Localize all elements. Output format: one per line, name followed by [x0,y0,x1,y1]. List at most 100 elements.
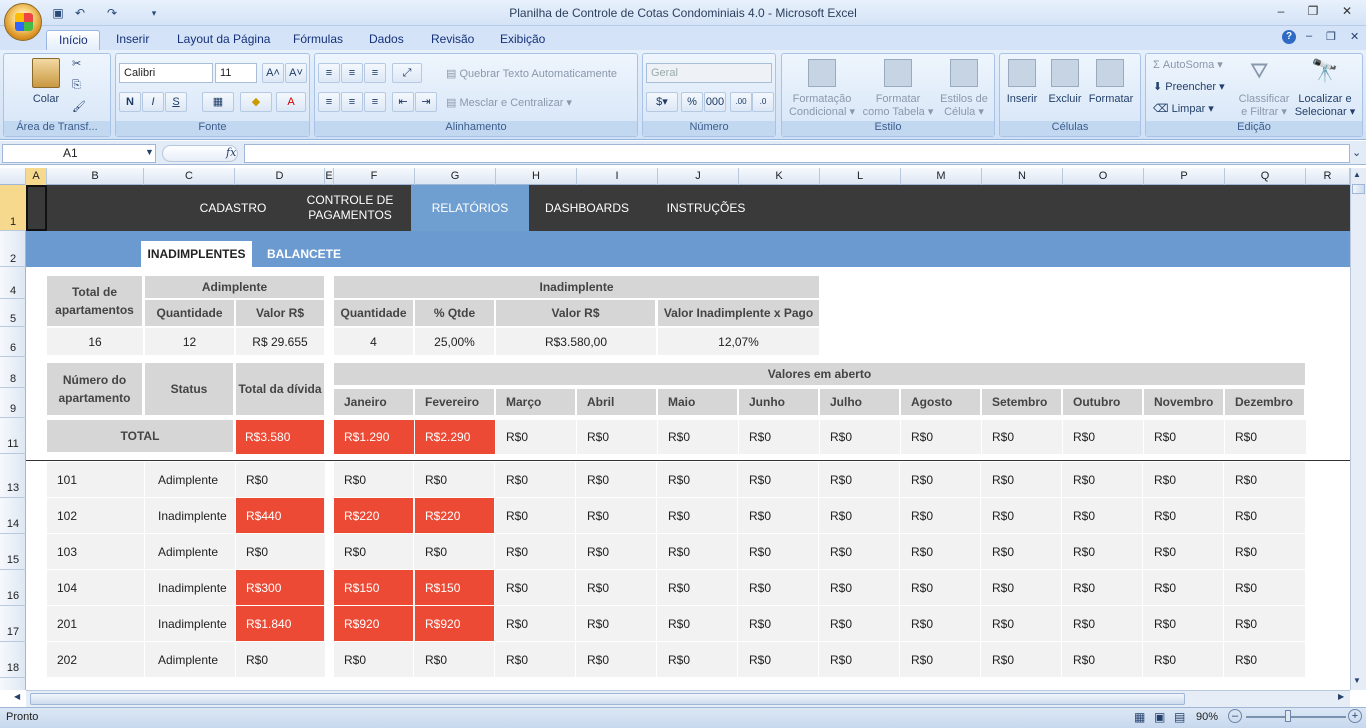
month-cell[interactable]: R$0 [1063,570,1143,605]
tab-formulas[interactable]: Fórmulas [281,30,355,50]
conditional-format-button[interactable]: Formatação Condicional ▾ [785,93,859,119]
inad-qtd-value[interactable]: 4 [334,328,413,355]
nav-cadastro[interactable]: CADASTRO [190,185,276,231]
cell-styles-button[interactable]: Estilos de Célula ▾ [936,93,992,119]
grow-font-icon[interactable]: A˄ [262,63,284,83]
help-icon[interactable]: ? [1282,30,1296,44]
nav-instrucoes[interactable]: INSTRUÇÕES [660,185,752,231]
month-cell[interactable]: R$0 [1144,570,1224,605]
total-month-cell[interactable]: R$2.290 [415,420,495,454]
selected-cell-a1[interactable] [26,185,47,231]
month-cell[interactable]: R$0 [820,570,900,605]
total-debt-cell[interactable]: R$0 [235,642,324,677]
total-month-cell[interactable]: R$0 [739,420,819,454]
total-debt-cell[interactable]: R$0 [235,462,324,497]
row-header[interactable]: 18 [0,642,26,678]
zoom-out-icon[interactable]: – [1228,709,1242,723]
currency-icon[interactable]: $▾ [646,92,678,112]
tab-inserir[interactable]: Inserir [104,30,161,50]
formula-input[interactable] [244,144,1350,163]
total-month-cell[interactable]: R$1.290 [334,420,414,454]
month-cell[interactable]: R$0 [1144,498,1224,533]
month-cell[interactable]: R$0 [739,570,819,605]
scroll-up-icon[interactable]: ▲ [1353,170,1361,179]
month-cell[interactable]: R$0 [496,462,576,497]
month-cell[interactable]: R$0 [1225,642,1306,677]
total-debt-cell[interactable]: R$1.840 [235,606,324,641]
status-cell[interactable]: Inadimplente [144,606,235,642]
month-cell[interactable]: R$0 [415,534,495,569]
format-cells-button[interactable]: Formatar [1086,93,1136,106]
month-cell[interactable]: R$0 [1225,462,1306,497]
col-header-a[interactable]: A [26,168,47,185]
orientation-icon[interactable]: ⤢ [392,63,422,83]
align-bottom-icon[interactable]: ≡ [364,63,386,83]
sort-filter-icon[interactable]: ⛛ [1250,58,1268,84]
page-break-view-icon[interactable]: ▤ [1174,710,1185,724]
month-cell[interactable]: R$0 [1144,534,1224,569]
name-box[interactable]: A1 [2,144,156,163]
tab-dados[interactable]: Dados [357,30,416,50]
month-cell[interactable]: R$0 [658,606,738,641]
total-month-cell[interactable]: R$0 [901,420,981,454]
col-header-p[interactable]: P [1144,168,1225,185]
month-cell[interactable]: R$0 [334,642,414,677]
col-header-j[interactable]: J [658,168,739,185]
month-cell[interactable]: R$0 [901,462,981,497]
fill-button[interactable]: ⬇ Preencher ▾ [1153,80,1225,93]
apt-number-cell[interactable]: 201 [47,606,144,642]
total-month-cell[interactable]: R$0 [658,420,738,454]
month-cell[interactable]: R$0 [982,462,1062,497]
month-cell[interactable]: R$0 [577,642,657,677]
row-header[interactable]: 5 [0,299,26,327]
format-table-icon[interactable] [884,59,912,87]
month-cell[interactable]: R$220 [334,498,414,533]
col-header-k[interactable]: K [739,168,820,185]
inad-pct-value[interactable]: 25,00% [415,328,494,355]
total-month-cell[interactable]: R$0 [1225,420,1306,454]
month-cell[interactable]: R$150 [334,570,414,605]
bold-button[interactable]: N [119,92,141,112]
row-header[interactable]: 16 [0,570,26,606]
apt-number-cell[interactable]: 103 [47,534,144,570]
month-cell[interactable]: R$0 [658,534,738,569]
month-cell[interactable]: R$0 [496,534,576,569]
month-cell[interactable]: R$0 [1225,606,1306,641]
total-row-debt[interactable]: R$3.580 [236,420,324,454]
ribbon-restore-icon[interactable]: ❐ [1326,30,1336,43]
total-debt-cell[interactable]: R$0 [235,534,324,569]
month-cell[interactable]: R$0 [1144,606,1224,641]
month-cell[interactable]: R$0 [820,462,900,497]
delete-cells-icon[interactable] [1051,59,1079,87]
month-cell[interactable]: R$0 [1225,534,1306,569]
month-cell[interactable]: R$0 [334,534,414,569]
col-header-h[interactable]: H [496,168,577,185]
row-header[interactable]: 11 [0,418,26,454]
borders-icon[interactable]: ▦ [202,92,234,112]
subtab-balancete[interactable]: BALANCETE [262,241,346,267]
adim-qtd-value[interactable]: 12 [145,328,234,355]
font-size-select[interactable]: 11 [215,63,257,83]
binoculars-icon[interactable]: 🔭 [1311,58,1338,84]
month-cell[interactable]: R$0 [982,570,1062,605]
month-cell[interactable]: R$0 [739,642,819,677]
row-header[interactable]: 2 [0,231,26,267]
col-header-d[interactable]: D [235,168,325,185]
month-cell[interactable]: R$150 [415,570,495,605]
normal-view-icon[interactable]: ▦ [1134,710,1145,724]
align-middle-icon[interactable]: ≡ [341,63,363,83]
align-top-icon[interactable]: ≡ [318,63,340,83]
nav-relatorios[interactable]: RELATÓRIOS [411,185,529,231]
month-cell[interactable]: R$0 [496,606,576,641]
col-header-i[interactable]: I [577,168,658,185]
status-cell[interactable]: Adimplente [144,642,235,678]
month-cell[interactable]: R$920 [415,606,495,641]
row-header[interactable]: 13 [0,462,26,498]
find-select-button[interactable]: Localizar e Selecionar ▾ [1292,93,1358,119]
nav-controle-pagamentos[interactable]: CONTROLE DE PAGAMENTOS [302,185,398,231]
zoom-slider[interactable] [1246,716,1346,718]
vertical-scrollbar[interactable] [1350,168,1366,690]
month-cell[interactable]: R$0 [982,498,1062,533]
month-cell[interactable]: R$0 [1225,498,1306,533]
month-cell[interactable]: R$0 [820,534,900,569]
